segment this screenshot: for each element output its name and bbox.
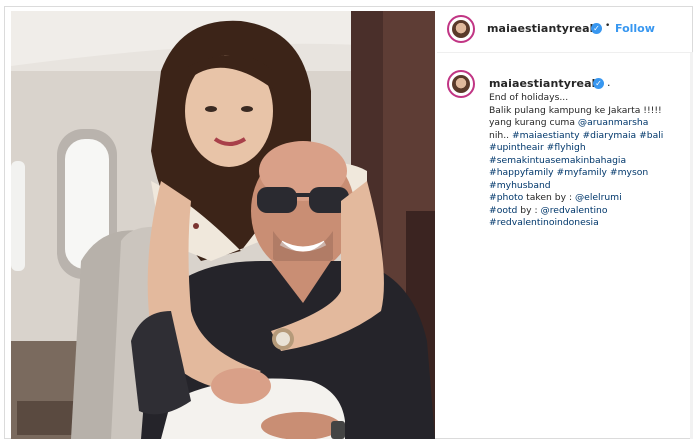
- header-separator: •: [605, 21, 611, 31]
- avatar-image: [452, 20, 470, 38]
- caption-line[interactable]: #semakintuasemakinbahagia: [489, 155, 685, 168]
- post-sidebar: maiaestiantyreal ✓ • Follow maiaestianty…: [437, 7, 693, 439]
- instagram-post: maiaestiantyreal ✓ • Follow maiaestianty…: [4, 6, 693, 439]
- caption-line[interactable]: nih.. #maiaestianty #diarymaia #bali: [489, 130, 685, 143]
- sidebar-scrollbar[interactable]: [690, 53, 693, 439]
- header-username[interactable]: maiaestiantyreal: [487, 22, 593, 35]
- profile-avatar[interactable]: [447, 15, 475, 43]
- caption-line[interactable]: #photo taken by : @elelrumi: [489, 192, 685, 205]
- caption-avatar[interactable]: [447, 70, 475, 98]
- follow-button[interactable]: Follow: [615, 22, 655, 35]
- caption-line[interactable]: #ootd by : @redvalentino: [489, 205, 685, 218]
- caption-line[interactable]: #redvalentinoindonesia: [489, 217, 685, 230]
- post-caption: End of holidays... Balik pulang kampung …: [489, 92, 685, 230]
- caption-line: End of holidays...: [489, 92, 569, 103]
- caption-dot: .: [607, 76, 611, 89]
- caption-line: Balik pulang kampung ke Jakarta !!!!!: [489, 104, 662, 116]
- verified-badge-icon: ✓: [591, 23, 602, 34]
- caption-username[interactable]: maiaestiantyreal: [489, 77, 595, 90]
- caption-line[interactable]: #myhusband: [489, 180, 685, 193]
- post-photo-illustration: [11, 11, 435, 439]
- caption-line[interactable]: #upintheair #flyhigh: [489, 142, 685, 155]
- caption-avatar-image: [452, 75, 470, 93]
- caption-line[interactable]: yang kurang cuma @aruanmarsha: [489, 117, 685, 130]
- caption-line[interactable]: #happyfamily #myfamily #myson: [489, 167, 685, 180]
- post-photo[interactable]: [11, 11, 435, 439]
- post-header: maiaestiantyreal ✓ • Follow: [437, 7, 693, 53]
- verified-badge-icon: ✓: [593, 78, 604, 89]
